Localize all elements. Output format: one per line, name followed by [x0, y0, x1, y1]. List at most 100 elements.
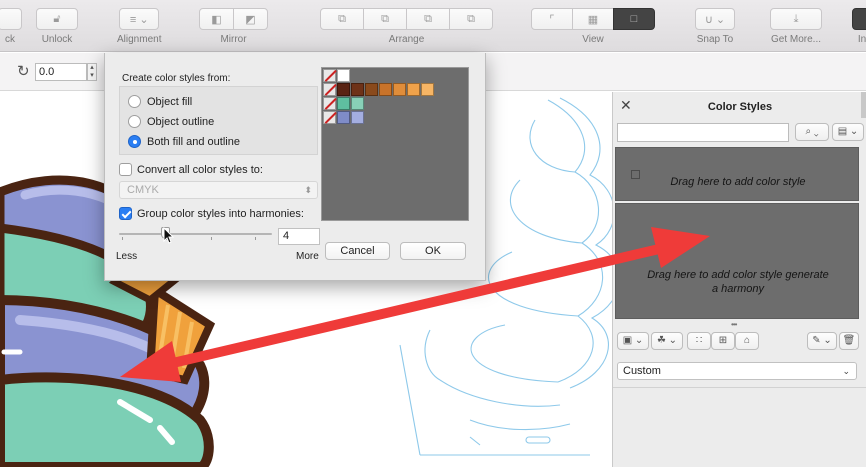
radio-both-fill-outline[interactable] — [128, 135, 141, 148]
option-both-fill-outline[interactable]: Both fill and outline — [128, 135, 240, 148]
delete-button[interactable]: 🗑︎ — [839, 332, 859, 350]
palette-select-value: Custom — [623, 365, 661, 377]
rotate-icon: ↻ — [17, 63, 30, 80]
toolbar-label: Arrange — [388, 34, 425, 45]
magnet-icon: ∪ ⌄ — [704, 13, 726, 26]
drop-zone-label: Drag here to add color style — [670, 176, 806, 188]
resize-grip-icon[interactable]: ••• — [731, 320, 737, 329]
view-guidelines-button[interactable]: □ — [613, 8, 655, 30]
convert-label: Convert all color styles to: — [137, 163, 263, 176]
rotation-angle-input[interactable]: 0.0 — [35, 63, 87, 81]
radio-object-outline[interactable] — [128, 115, 141, 128]
slider-max-label: More — [296, 251, 319, 262]
toolbar-insert-group[interactable]: In — [852, 8, 866, 45]
harmony-slider[interactable] — [119, 233, 272, 235]
toolbar-unlock-group[interactable]: 🔓︎ Unlock — [36, 8, 78, 45]
color-model-select[interactable]: CMYK ⬍ — [119, 181, 318, 199]
create-color-styles-dialog: Create color styles from: Object fill Ob… — [104, 53, 486, 281]
option-label: Both fill and outline — [147, 135, 240, 148]
rule-button[interactable]: ∷ — [687, 332, 711, 350]
new-harmony-button[interactable]: ☘ ⌄ — [651, 332, 683, 350]
grid-icon: ▦ — [587, 13, 599, 26]
toolbar-label: Snap To — [696, 34, 734, 45]
color-swatch — [351, 97, 364, 110]
view-options-icon: ▤ ⌄ — [837, 126, 859, 137]
mirror-vertical-button[interactable]: ◩ — [233, 8, 268, 30]
color-model-value: CMYK — [127, 184, 159, 196]
import-icon: ⌂ — [743, 335, 751, 346]
to-back-button[interactable]: ⧉ — [449, 8, 493, 30]
search-input[interactable] — [617, 123, 789, 142]
dialog-title: Create color styles from: — [122, 73, 231, 84]
alignment-button[interactable]: ≡ ⌄ — [119, 8, 160, 30]
rule-icon: ∷ — [695, 335, 703, 346]
toolbar-lock-group[interactable]: ck — [0, 8, 22, 45]
group-harmonies-checkbox[interactable] — [119, 207, 132, 220]
toolbar-get-more-group[interactable]: ⤓ Get More... — [770, 8, 822, 45]
no-color-swatch — [323, 69, 336, 82]
harmony-icon: ☘ ⌄ — [656, 335, 678, 346]
apply-button[interactable]: ✎ ⌄ — [807, 332, 837, 350]
option-label: Object fill — [147, 95, 193, 108]
chevron-down-icon: ⌄ — [842, 366, 850, 376]
color-swatch — [351, 83, 364, 96]
guidelines-icon: □ — [630, 13, 638, 25]
view-grid-button[interactable]: ▦ — [572, 8, 614, 30]
convert-color-styles-row[interactable]: Convert all color styles to: — [119, 163, 263, 176]
slider-tick — [255, 237, 256, 240]
to-back-icon: ⧉ — [467, 12, 475, 25]
toolbar-alignment-group[interactable]: ≡ ⌄ Alignment — [117, 8, 161, 45]
toolbar-snap-group[interactable]: ∪ ⌄ Snap To — [695, 8, 735, 45]
main-toolbar: ck 🔓︎ Unlock ≡ ⌄ Alignment ◧ ◩ Mirror ⧉ … — [0, 0, 866, 52]
get-more-button[interactable]: ⤓ — [770, 8, 822, 30]
mirror-horizontal-button[interactable]: ◧ — [199, 8, 234, 30]
collapse-icon: ⊞ — [718, 335, 728, 346]
toolbar-view-group[interactable]: ⌜ ▦ □ View — [531, 8, 655, 45]
color-swatch — [365, 83, 378, 96]
forward-one-icon: ⧉ — [381, 12, 389, 25]
palette-select[interactable]: Custom ⌄ — [617, 362, 857, 380]
convert-checkbox[interactable] — [119, 163, 132, 176]
color-style-drop-zone[interactable]: Drag here to add color style — [615, 147, 859, 201]
filter-button[interactable]: ⌕ ⌄ — [795, 123, 829, 141]
import-button[interactable]: ⌂ — [735, 332, 759, 350]
color-swatch — [337, 111, 350, 124]
color-swatch — [337, 97, 350, 110]
chevron-updown-icon: ⬍ — [304, 185, 312, 195]
mouse-pointer-icon — [163, 227, 175, 244]
toolbar-mirror-group[interactable]: ◧ ◩ Mirror — [199, 8, 268, 45]
group-harmonies-row[interactable]: Group color styles into harmonies: — [119, 207, 304, 220]
cancel-button[interactable]: Cancel — [325, 242, 390, 260]
forward-one-button[interactable]: ⧉ — [363, 8, 407, 30]
to-front-button[interactable]: ⧉ — [320, 8, 364, 30]
harmony-drop-zone[interactable]: Drag here to add color style generate a … — [615, 203, 859, 319]
harmony-count-input[interactable]: 4 — [278, 228, 320, 245]
no-color-swatch — [323, 97, 336, 110]
docker-scrollbar[interactable] — [861, 92, 866, 118]
align-icon: ≡ ⌄ — [129, 13, 149, 26]
snap-to-button[interactable]: ∪ ⌄ — [695, 8, 735, 30]
option-object-fill[interactable]: Object fill — [128, 95, 192, 108]
ok-button[interactable]: OK — [400, 242, 466, 260]
slider-tick — [122, 237, 123, 240]
radio-object-fill[interactable] — [128, 95, 141, 108]
toolbar-label: Alignment — [117, 34, 162, 45]
option-object-outline[interactable]: Object outline — [128, 115, 214, 128]
color-swatch — [407, 83, 420, 96]
rotation-stepper[interactable]: ▴ ▾ — [87, 63, 97, 81]
source-options-group: Object fill Object outline Both fill and… — [119, 86, 318, 155]
toolbar-label: View — [582, 34, 604, 45]
view-rulers-button[interactable]: ⌜ — [531, 8, 573, 30]
new-color-style-button[interactable]: ▣ ⌄ — [617, 332, 649, 350]
insert-button[interactable] — [852, 8, 866, 30]
divider — [613, 387, 866, 388]
view-options-button[interactable]: ▤ ⌄ — [832, 123, 864, 141]
toolbar-label: ck — [5, 34, 15, 45]
back-one-button[interactable]: ⧉ — [406, 8, 450, 30]
harmony-drop-label-line1: Drag here to add color style generate — [647, 269, 829, 281]
back-one-icon: ⧉ — [424, 12, 432, 25]
toolbar-arrange-group[interactable]: ⧉ ⧉ ⧉ ⧉ Arrange — [320, 8, 493, 45]
collapse-button[interactable]: ⊞ — [711, 332, 735, 350]
unlock-button[interactable]: 🔓︎ — [36, 8, 78, 30]
lock-button[interactable] — [0, 8, 22, 30]
